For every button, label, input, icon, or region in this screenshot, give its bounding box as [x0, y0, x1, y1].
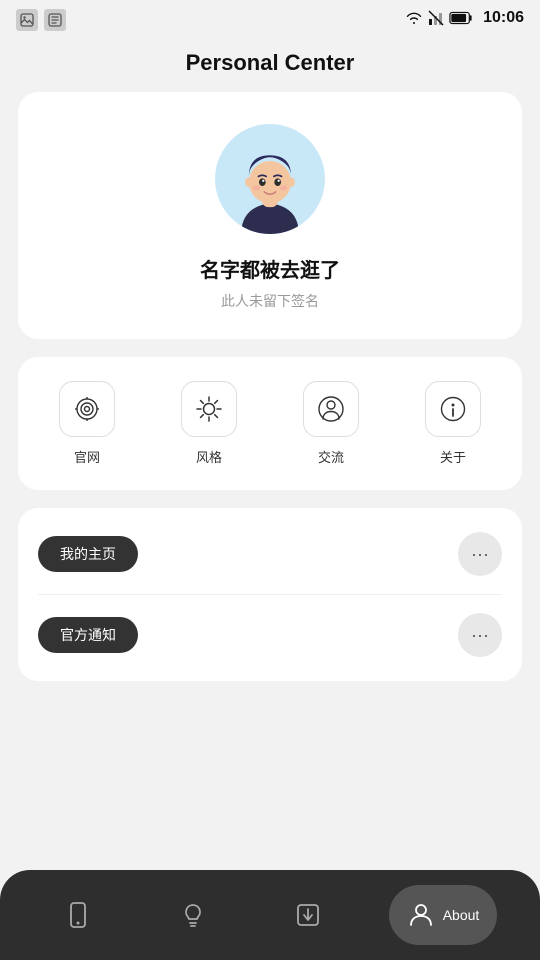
target-icon	[71, 393, 103, 425]
my-homepage-button[interactable]: 我的主页	[38, 536, 138, 572]
signal-icon	[427, 9, 445, 27]
menu-row-homepage: 我的主页 ···	[38, 514, 502, 595]
nav-item-inbox[interactable]	[273, 885, 343, 945]
action-exchange[interactable]: 交流	[291, 381, 371, 466]
sun-spin-icon	[193, 393, 225, 425]
action-style[interactable]: 风格	[169, 381, 249, 466]
status-bar: 10:06	[0, 0, 540, 36]
nav-item-home[interactable]	[43, 885, 113, 945]
person-icon	[407, 901, 435, 929]
page-title: Personal Center	[0, 50, 540, 76]
actions-card: 官网 风格	[18, 357, 522, 490]
exchange-label: 交流	[318, 447, 344, 466]
action-about[interactable]: 关于	[413, 381, 493, 466]
page-title-bar: Personal Center	[0, 36, 540, 92]
about-nav-label: About	[443, 907, 480, 923]
status-icons-right: 10:06	[405, 9, 524, 27]
image-app-icon	[16, 9, 38, 31]
status-time: 10:06	[483, 9, 524, 27]
official-site-icon-box	[59, 381, 115, 437]
style-icon-box	[181, 381, 237, 437]
download-box-icon	[294, 901, 322, 929]
menu-row-notifications: 官方通知 ···	[38, 595, 502, 675]
profile-name: 名字都被去逛了	[200, 254, 340, 283]
notifications-button[interactable]: 官方通知	[38, 617, 138, 653]
avatar-illustration	[222, 138, 318, 234]
battery-icon	[449, 11, 473, 25]
status-bar-left-icons	[16, 9, 66, 31]
avatar	[215, 124, 325, 234]
notifications-dot-icon: ···	[471, 625, 489, 646]
menu-card: 我的主页 ··· 官方通知 ···	[18, 508, 522, 681]
official-site-label: 官网	[74, 447, 100, 466]
nav-item-about[interactable]: About	[389, 885, 498, 945]
bottom-nav: About	[0, 870, 540, 960]
about-icon-box	[425, 381, 481, 437]
profile-bio: 此人未留下签名	[221, 291, 319, 311]
profile-card: 名字都被去逛了 此人未留下签名	[18, 92, 522, 339]
phone-icon	[64, 901, 92, 929]
homepage-dot-button[interactable]: ···	[458, 532, 502, 576]
person-circle-icon	[315, 393, 347, 425]
bulb-icon	[179, 901, 207, 929]
actions-row: 官网 风格	[26, 381, 514, 466]
notifications-dot-button[interactable]: ···	[458, 613, 502, 657]
style-label: 风格	[196, 447, 222, 466]
clock-circle-icon	[437, 393, 469, 425]
action-official-site[interactable]: 官网	[47, 381, 127, 466]
text-app-icon	[44, 9, 66, 31]
exchange-icon-box	[303, 381, 359, 437]
wifi-icon	[405, 9, 423, 27]
about-label: 关于	[440, 447, 466, 466]
homepage-dot-icon: ···	[471, 544, 489, 565]
nav-item-discover[interactable]	[158, 885, 228, 945]
